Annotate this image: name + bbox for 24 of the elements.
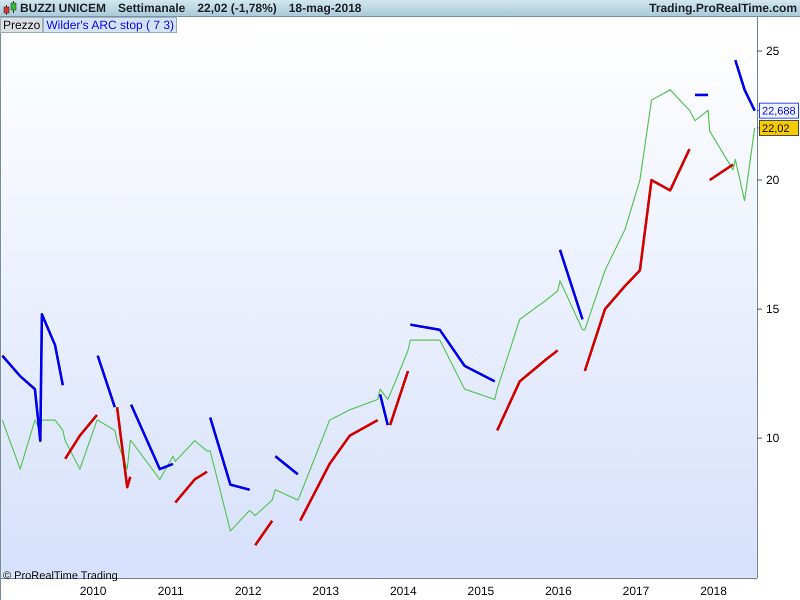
price-tag: 22,02	[759, 120, 799, 136]
date-text: 18-mag-2018	[288, 0, 362, 16]
timeframe-label: Settimanale	[118, 0, 186, 16]
axis-label: 2010	[80, 584, 106, 598]
axis-label: 10	[766, 431, 780, 446]
axis-label: 20	[766, 173, 780, 188]
indicator-value-tag: 22,688	[759, 102, 799, 119]
candlestick-icon	[3, 1, 17, 15]
axis-label: 2014	[390, 584, 417, 598]
axis-label: 2016	[545, 584, 572, 598]
axis-label: 2011	[158, 584, 184, 598]
axis-label: 15	[766, 302, 780, 316]
axis-label: 2017	[622, 584, 650, 598]
axis-label: 2015	[468, 584, 494, 598]
axis-label: 2012	[234, 584, 262, 598]
axis-label: 2013	[312, 584, 340, 598]
axis-label: 25	[766, 44, 780, 58]
stock-name: BUZZI UNICEM	[20, 0, 106, 16]
axis-label: 2018	[700, 584, 727, 598]
site-name: Trading.ProRealTime.com	[649, 0, 797, 16]
copyright-text: © ProRealTime Trading	[3, 569, 118, 584]
quote-text: 22,02 (-1,78%)	[197, 0, 277, 16]
indicator-legend-label: Wilder's ARC stop ( 7 3)	[43, 17, 178, 33]
legend-label: Prezzo	[0, 17, 44, 33]
